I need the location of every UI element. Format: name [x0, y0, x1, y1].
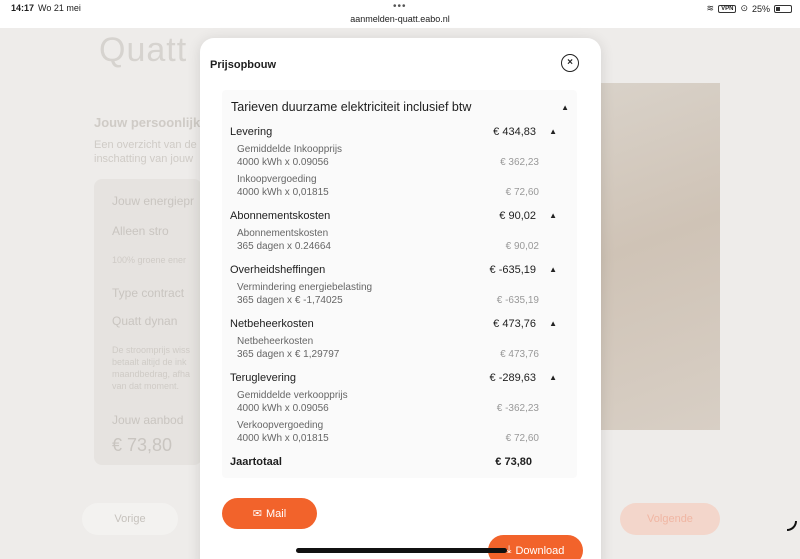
- sub-amount: € -362,23: [496, 403, 539, 414]
- price-breakdown-modal: Prijsopbouw × Tarieven duurzame elektric…: [200, 38, 601, 559]
- sub-calc: 4000 kWh x 0,01815: [237, 187, 329, 198]
- chevron-up-icon[interactable]: ▲: [549, 373, 557, 382]
- sub-row: Inkoopvergoeding 4000 kWh x 0,01815 € 72…: [237, 173, 539, 199]
- row-amount: € -635,19: [489, 264, 536, 276]
- sub-row: Verkoopvergoeding 4000 kWh x 0,01815 € 7…: [237, 419, 539, 445]
- energy-card: Jouw energiepr Alleen stro 100% groene e…: [94, 179, 202, 465]
- close-button[interactable]: ×: [561, 54, 579, 72]
- battery-percentage: 25%: [751, 3, 770, 14]
- sub-row: Netbeheerkosten 365 dagen x € 1,29797 € …: [237, 335, 539, 361]
- status-icons: ≋ VPN ⊙ 25%: [707, 3, 792, 14]
- annual-total: Jaartotaal € 73,80: [230, 456, 532, 468]
- card-offer-price: € 73,80: [112, 435, 173, 455]
- sub-amount: € 362,23: [500, 157, 539, 168]
- sub-amount: € 72,60: [505, 433, 539, 444]
- row-label: Overheidsheffingen: [230, 264, 326, 276]
- row-amount: € 473,76: [493, 318, 536, 330]
- envelope-icon: ✉: [252, 508, 263, 520]
- row-amount: € -289,63: [489, 372, 536, 384]
- card-type-contract: Type contract: [112, 286, 185, 300]
- section-header[interactable]: Tarieven duurzame elektriciteit inclusie…: [231, 100, 573, 114]
- total-amount: € 73,80: [495, 456, 532, 468]
- wifi-icon: ≋: [706, 3, 715, 13]
- sub-calc: 4000 kWh x 0.09056: [237, 157, 329, 168]
- mail-button-label: Mail: [266, 507, 287, 520]
- row-amount: € 434,83: [493, 126, 536, 138]
- chevron-up-icon[interactable]: ▲: [561, 103, 569, 112]
- sub-calc: 365 dagen x € -1,74025: [237, 295, 343, 306]
- sub-calc: 4000 kWh x 0,01815: [237, 433, 329, 444]
- quatt-logo: Quatt: [99, 31, 188, 69]
- sub-amount: € -635,19: [496, 295, 539, 306]
- cost-row-levering[interactable]: Levering € 434,83 ▲: [230, 126, 560, 138]
- multitasking-dots-icon[interactable]: •••: [393, 1, 407, 12]
- sub-row: Vermindering energiebelasting 365 dagen …: [237, 281, 539, 307]
- sub-row: Abonnementskosten 365 dagen x 0.24664 € …: [237, 227, 539, 253]
- sub-amount: € 473,76: [500, 349, 539, 360]
- cost-row-netbeheerkosten[interactable]: Netbeheerkosten € 473,76 ▲: [230, 318, 560, 330]
- card-text: De stroomprijs wiss betaalt altijd de in…: [112, 345, 191, 391]
- cost-row-overheidsheffingen[interactable]: Overheidsheffingen € -635,19 ▲: [230, 264, 560, 276]
- section-title: Tarieven duurzame elektriciteit inclusie…: [231, 100, 472, 114]
- sub-row: Gemiddelde Inkoopprijs 4000 kWh x 0.0905…: [237, 143, 539, 169]
- previous-button: Vorige: [82, 503, 178, 535]
- card-dynamic: Quatt dynan: [112, 314, 178, 328]
- sub-amount: € 72,60: [505, 187, 539, 198]
- page-title: Jouw persoonlijke: [94, 115, 208, 130]
- chevron-up-icon[interactable]: ▲: [549, 127, 557, 136]
- card-energy-title: Jouw energiepr: [112, 194, 195, 208]
- sub-calc: 4000 kWh x 0.09056: [237, 403, 329, 414]
- sub-label: Gemiddelde Inkoopprijs: [237, 144, 343, 155]
- row-label: Levering: [230, 126, 273, 138]
- next-button: Volgende: [620, 503, 720, 535]
- row-label: Teruglevering: [230, 372, 297, 384]
- background-photo: [600, 83, 720, 430]
- row-label: Netbeheerkosten: [230, 318, 314, 330]
- download-button-label: Download: [515, 544, 565, 557]
- page-subtitle: Een overzicht van de inschatting van jou…: [94, 139, 197, 165]
- sub-label: Netbeheerkosten: [237, 336, 314, 347]
- chevron-up-icon[interactable]: ▲: [549, 319, 557, 328]
- home-indicator[interactable]: [296, 548, 507, 553]
- chevron-up-icon[interactable]: ▲: [549, 265, 557, 274]
- card-offer-label: Jouw aanbod: [112, 413, 184, 427]
- sub-label: Verkoopvergoeding: [237, 420, 324, 431]
- sub-calc: 365 dagen x € 1,29797: [237, 349, 340, 360]
- card-only-electricity: Alleen stro: [112, 224, 169, 238]
- cost-row-abonnementskosten[interactable]: Abonnementskosten € 90,02 ▲: [230, 210, 560, 222]
- download-button[interactable]: ⤓ Download: [488, 535, 583, 559]
- row-amount: € 90,02: [499, 210, 536, 222]
- sub-label: Vermindering energiebelasting: [237, 282, 373, 293]
- modal-title: Prijsopbouw: [210, 59, 276, 71]
- cost-row-teruglevering[interactable]: Teruglevering € -289,63 ▲: [230, 372, 560, 384]
- sub-amount: € 90,02: [505, 241, 539, 252]
- battery-icon: [774, 4, 792, 13]
- sub-label: Inkoopvergoeding: [237, 174, 317, 185]
- clock: 14:17: [11, 3, 35, 13]
- sub-label: Abonnementskosten: [237, 228, 329, 239]
- total-label: Jaartotaal: [230, 456, 282, 468]
- row-label: Abonnementskosten: [230, 210, 331, 222]
- mail-button[interactable]: ✉ Mail: [222, 498, 317, 529]
- status-bar: 14:17 Wo 21 mei ••• aanmelden-quatt.eabo…: [0, 0, 800, 28]
- date: Wo 21 mei: [38, 3, 81, 13]
- orientation-lock-icon: ⊙: [740, 3, 748, 13]
- sub-row: Gemiddelde verkoopprijs 4000 kWh x 0.090…: [237, 389, 539, 415]
- card-green: 100% groene ener: [112, 255, 187, 265]
- chevron-up-icon[interactable]: ▲: [549, 211, 557, 220]
- address-bar[interactable]: aanmelden-quatt.eabo.nl: [0, 14, 800, 24]
- sub-label: Gemiddelde verkoopprijs: [237, 390, 348, 401]
- vpn-badge: VPN: [718, 4, 737, 13]
- tariff-panel: Tarieven duurzame elektriciteit inclusie…: [222, 90, 577, 478]
- sub-calc: 365 dagen x 0.24664: [237, 241, 331, 252]
- download-icon: ⤓: [506, 544, 512, 556]
